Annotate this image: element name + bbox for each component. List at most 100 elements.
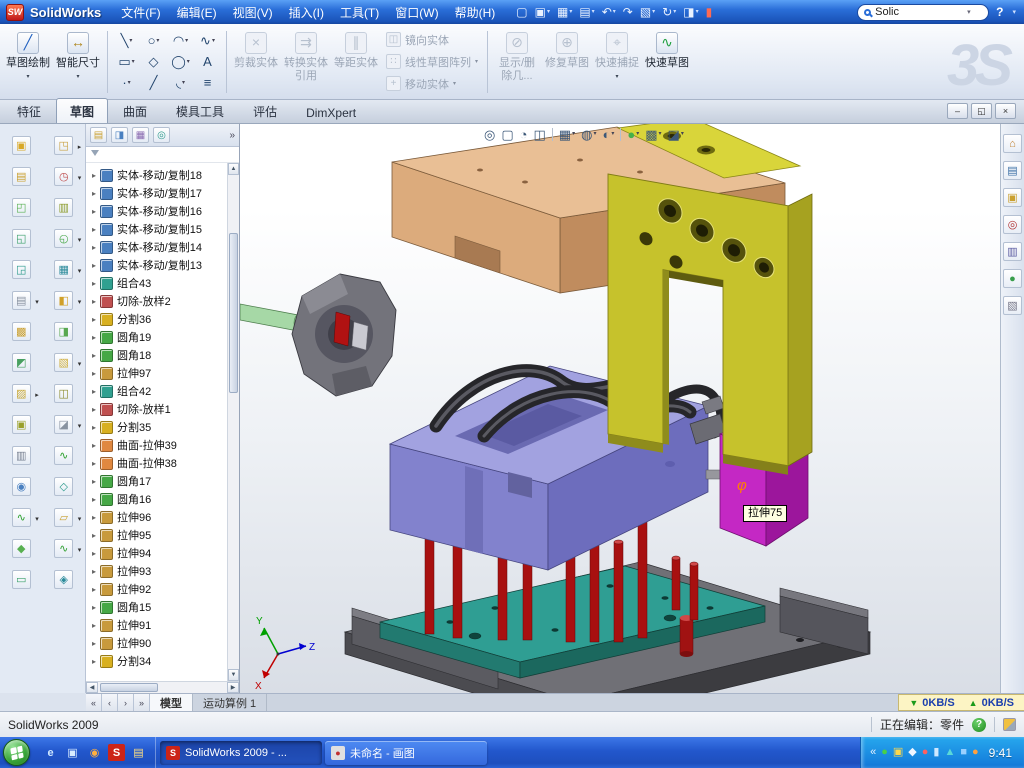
network-icon[interactable]: ■ <box>960 747 967 758</box>
scroll-left-arrow-icon[interactable]: ◀ <box>86 682 98 693</box>
sketch-fillet-icon[interactable]: ◟▾ <box>167 72 194 93</box>
tree-item-25[interactable]: ▸实体-移动/复制15 <box>89 220 227 238</box>
tree-item-2[interactable]: ▸拉伸90 <box>89 634 227 652</box>
split-tool-icon[interactable]: ▧▾ <box>54 353 73 372</box>
features-flyout-icon[interactable]: ◳▸ <box>54 136 73 155</box>
internet-explorer-icon[interactable]: e <box>42 744 59 761</box>
sweep-tool-icon[interactable]: ◷▾ <box>54 167 73 186</box>
scale-tool-icon[interactable]: ◪▾ <box>54 415 73 434</box>
doc-close-button[interactable]: × <box>995 103 1016 119</box>
search-dropdown-icon[interactable]: ▾ <box>965 8 973 16</box>
open-icon[interactable]: ▣▾ <box>532 5 553 19</box>
mail-icon[interactable]: ▤ <box>130 744 147 761</box>
indent-tool-icon[interactable]: ◇ <box>54 477 73 496</box>
command-tab-4[interactable]: 模具工具 <box>162 98 238 123</box>
solidworks-launcher-icon[interactable]: S <box>108 744 125 761</box>
command-tab-3[interactable]: 曲面 <box>109 98 161 123</box>
status-help-icon[interactable]: ? <box>972 718 986 732</box>
tree-item-18[interactable]: ▸圆角18 <box>89 346 227 364</box>
wrap-tool-icon[interactable]: ▱▾ <box>54 508 73 527</box>
graphics-area[interactable]: ◎▢◔◫▦▾◍▾◐▾●▾▩▾◪▾ <box>240 124 1000 693</box>
custom-properties-icon[interactable]: ▧ <box>1003 296 1022 315</box>
display-style-icon[interactable]: ◍▾ <box>581 128 596 141</box>
doc-minimize-button[interactable]: – <box>947 103 968 119</box>
expand-arrow-icon[interactable]: ▸ <box>89 243 99 252</box>
delete-body-tool-icon[interactable]: ▣ <box>12 415 31 434</box>
menu-item-4[interactable]: 插入(I) <box>281 0 332 25</box>
section-view-icon[interactable]: ◫ <box>534 128 546 141</box>
safety-status-icon[interactable]: ● <box>881 747 888 758</box>
tab-scroll-last[interactable]: » <box>134 694 150 711</box>
quick-snaps-button[interactable]: ⌖快速捕捉▾ <box>593 27 641 97</box>
menu-item-1[interactable]: 文件(F) <box>113 0 168 25</box>
save-icon[interactable]: ▦▾ <box>554 5 575 19</box>
task-button-2[interactable]: ●未命名 - 画图 <box>325 741 487 765</box>
rectangle-icon[interactable]: ▭▾ <box>113 51 140 72</box>
expand-arrow-icon[interactable]: ▸ <box>89 549 99 558</box>
expand-arrow-icon[interactable]: ▸ <box>89 477 99 486</box>
tree-item-22[interactable]: ▸组合43 <box>89 274 227 292</box>
options-icon[interactable]: ◨▾ <box>680 5 701 19</box>
convert-entities-button[interactable]: ⇉转换实体引用 <box>282 27 330 97</box>
menu-item-2[interactable]: 编辑(E) <box>169 0 225 25</box>
show-desktop-icon[interactable]: ▣ <box>64 744 81 761</box>
intersect-tool-icon[interactable]: ◈ <box>54 570 73 589</box>
loft-tool-icon[interactable]: ◰ <box>12 198 31 217</box>
view-orientation-icon[interactable]: ▦▾ <box>559 128 575 141</box>
ellipse-icon[interactable]: ◯▾ <box>167 51 194 72</box>
new-document-icon[interactable]: ▢ <box>513 5 530 19</box>
search-box[interactable]: ▾ <box>857 4 989 21</box>
revolve-tool-icon[interactable]: ▤ <box>12 167 31 186</box>
hide-notifications-chevron[interactable]: « <box>870 747 876 758</box>
tree-item-8[interactable]: ▸拉伸95 <box>89 526 227 544</box>
tree-horizontal-scrollbar[interactable]: ◀ ▶ <box>86 681 239 693</box>
menu-item-5[interactable]: 工具(T) <box>332 0 387 25</box>
hide-show-items-icon[interactable]: ◐▾ <box>602 128 614 141</box>
command-tab-5[interactable]: 评估 <box>239 98 291 123</box>
redo-icon[interactable]: ↷ <box>620 5 636 19</box>
tree-item-28[interactable]: ▸实体-移动/复制18 <box>89 166 227 184</box>
flex-tool-icon[interactable]: ∿▾ <box>12 508 31 527</box>
expand-arrow-icon[interactable]: ▸ <box>89 297 99 306</box>
scroll-right-arrow-icon[interactable]: ▶ <box>227 682 239 693</box>
menu-item-3[interactable]: 视图(V) <box>225 0 281 25</box>
bottom-tab-1[interactable]: 模型 <box>150 694 193 711</box>
search-input[interactable] <box>875 6 961 18</box>
linear-sketch-pattern-button[interactable]: ∷线性草图阵列▾ <box>384 53 480 71</box>
print-icon[interactable]: ▤▾ <box>576 5 597 19</box>
task-button-1[interactable]: SSolidWorks 2009 - ... <box>160 741 322 765</box>
file-explorer-icon[interactable]: ▣ <box>1003 188 1022 207</box>
tab-scroll-first[interactable]: « <box>86 694 102 711</box>
shell-tool-icon[interactable]: ◲ <box>12 260 31 279</box>
tree-item-12[interactable]: ▸曲面-拉伸38 <box>89 454 227 472</box>
tree-item-26[interactable]: ▸实体-移动/复制16 <box>89 202 227 220</box>
tree-item-24[interactable]: ▸实体-移动/复制14 <box>89 238 227 256</box>
draft-tool-icon[interactable]: ▦▾ <box>54 260 73 279</box>
panel-chevron-icon[interactable]: » <box>229 130 235 141</box>
expand-arrow-icon[interactable]: ▸ <box>89 405 99 414</box>
arc-icon[interactable]: ◠▾ <box>167 30 194 51</box>
appearances-scenes-icon[interactable]: ● <box>1003 269 1022 288</box>
trim-entities-button[interactable]: ×剪裁实体 <box>232 27 280 97</box>
expand-arrow-icon[interactable]: ▸ <box>89 639 99 648</box>
construction-geometry-icon[interactable]: ≡ <box>194 72 221 93</box>
update-icon[interactable]: ▣ <box>893 747 903 758</box>
expand-arrow-icon[interactable]: ▸ <box>89 585 99 594</box>
curves-tool-icon[interactable]: ◨ <box>54 322 73 341</box>
move-entities-button[interactable]: +移动实体▾ <box>384 75 480 93</box>
boundary-tool-icon[interactable]: ▭ <box>12 570 31 589</box>
tab-scroll-prev[interactable]: ‹ <box>102 694 118 711</box>
expand-arrow-icon[interactable]: ▸ <box>89 279 99 288</box>
move-copy-tool-icon[interactable]: ◫ <box>54 384 73 403</box>
tree-item-3[interactable]: ▸拉伸91 <box>89 616 227 634</box>
reference-geometry-icon[interactable]: ▩ <box>12 322 31 341</box>
offset-entities-button[interactable]: ∥等距实体 <box>332 27 380 97</box>
deform-tool-icon[interactable]: ◉ <box>12 477 31 496</box>
tree-item-16[interactable]: ▸组合42 <box>89 382 227 400</box>
text-icon[interactable]: A <box>194 51 221 72</box>
expand-arrow-icon[interactable]: ▸ <box>89 657 99 666</box>
edit-appearance-icon[interactable]: ●▾ <box>627 128 639 141</box>
mirror-entities-button[interactable]: ◫镜向实体 <box>384 31 480 49</box>
select-icon[interactable]: ▧▾ <box>637 5 658 19</box>
clamp-part[interactable] <box>240 274 396 396</box>
